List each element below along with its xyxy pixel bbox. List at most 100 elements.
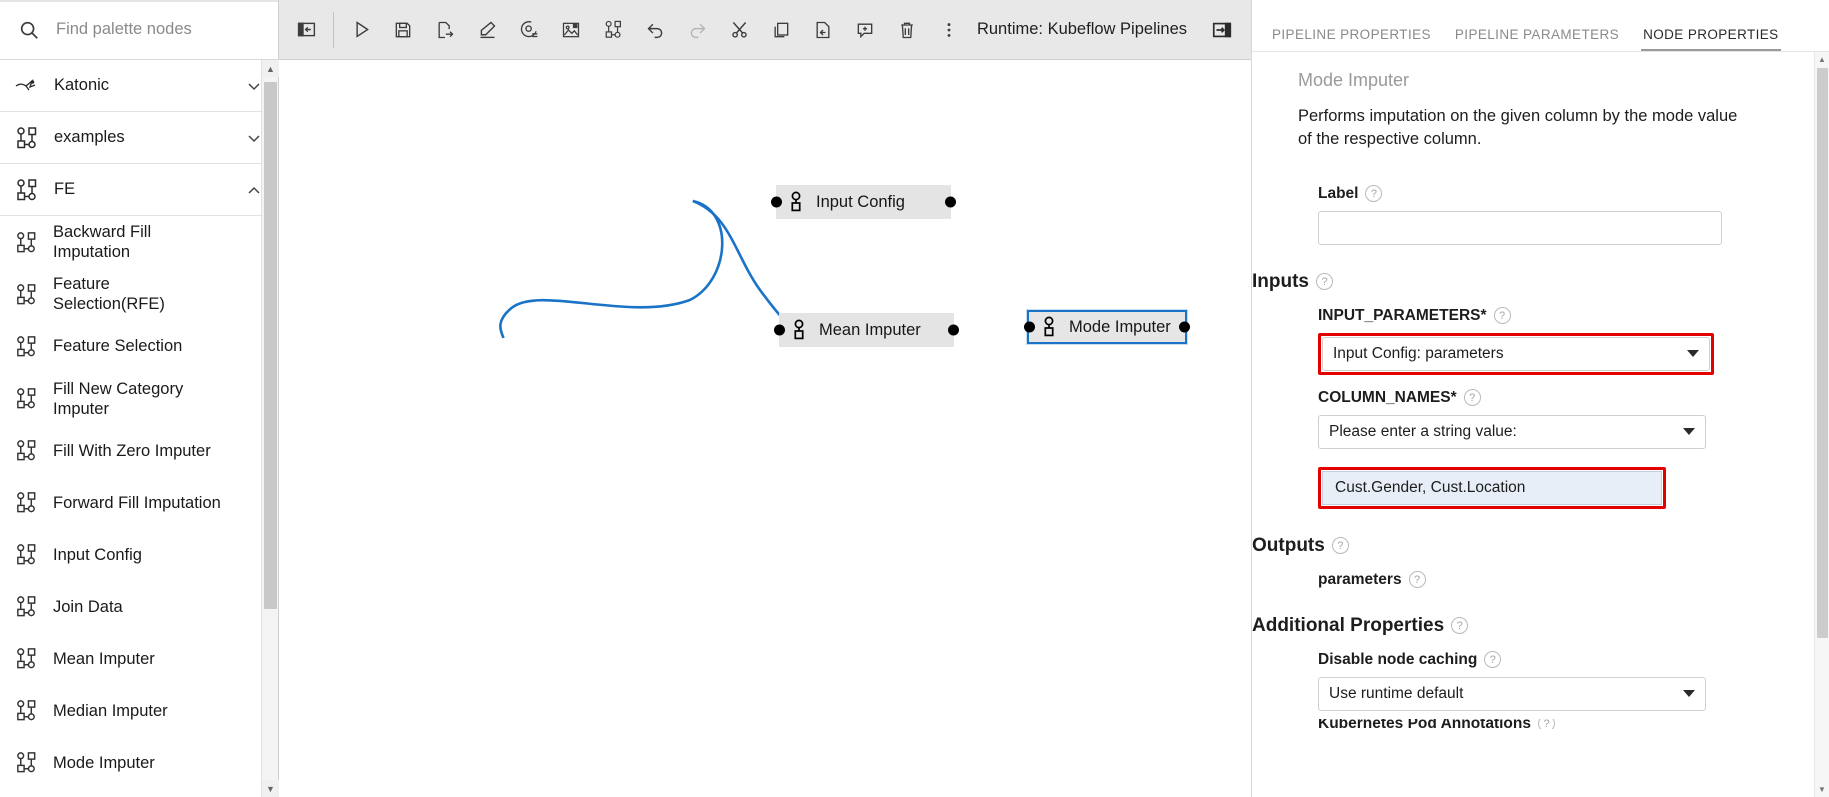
help-icon[interactable]: ?	[1463, 389, 1481, 407]
properties-scrollbar[interactable]: ▲ ▼	[1814, 52, 1829, 797]
palette-node-mean-imputer[interactable]: Mean Imputer	[0, 632, 278, 685]
delete-button[interactable]	[886, 9, 928, 51]
tab-pipeline-parameters[interactable]: PIPELINE PARAMETERS	[1443, 27, 1631, 51]
palette-node-feature-selection[interactable]: Feature Selection	[0, 320, 278, 373]
node-output-port[interactable]	[945, 196, 956, 208]
scroll-down-arrow-icon[interactable]: ▼	[1815, 782, 1829, 797]
node-input-port[interactable]	[1024, 321, 1035, 333]
node-title: Mode Imputer	[1298, 70, 1410, 90]
help-icon[interactable]: ?	[1451, 617, 1469, 635]
scroll-up-arrow-icon[interactable]: ▲	[1815, 52, 1829, 67]
palette-node-fill-with-zero-imputer[interactable]: Fill With Zero Imputer	[0, 424, 278, 477]
canvas-node-input-config[interactable]: Input Config	[771, 185, 956, 219]
input-parameters-select[interactable]: Input Config: parameters	[1322, 336, 1710, 371]
copy-button[interactable]	[760, 9, 802, 51]
palette-node-backward-fill-imputation[interactable]: Backward Fill Imputation	[0, 216, 278, 269]
nodes-icon	[14, 334, 39, 359]
palette-node-mode-imputer[interactable]: Mode Imputer	[0, 736, 278, 789]
redo-button[interactable]	[676, 9, 718, 51]
tab-pipeline-properties[interactable]: PIPELINE PROPERTIES	[1260, 27, 1443, 51]
editor-toolbar: Runtime: Kubeflow Pipelines	[279, 0, 1251, 60]
chevron-down-icon[interactable]	[1683, 428, 1695, 436]
node-input-port[interactable]	[771, 196, 782, 208]
node-input-port[interactable]	[774, 324, 785, 336]
help-icon[interactable]: ?	[1493, 307, 1511, 325]
help-icon[interactable]: ?	[1538, 718, 1555, 729]
palette-node-label: Mode Imputer	[53, 753, 155, 772]
component-node-icon	[786, 191, 806, 213]
chevron-down-icon[interactable]	[246, 130, 262, 146]
palette-node-input-config[interactable]: Input Config	[0, 528, 278, 581]
canvas-node-label: Mode Imputer	[1069, 317, 1171, 336]
node-output-port[interactable]	[948, 324, 959, 336]
nodes-icon	[14, 698, 39, 723]
toggle-palette-button[interactable]	[285, 9, 327, 51]
undo-button[interactable]	[634, 9, 676, 51]
properties-panel: PIPELINE PROPERTIES PIPELINE PARAMETERS …	[1251, 0, 1829, 797]
palette-category-fe[interactable]: FE	[0, 164, 278, 216]
properties-scroll-thumb[interactable]	[1817, 68, 1828, 638]
column-names-select[interactable]: Please enter a string value:	[1318, 414, 1706, 449]
column-names-value: Please enter a string value:	[1329, 422, 1517, 440]
clear-pipeline-button[interactable]	[466, 9, 508, 51]
help-icon[interactable]: ?	[1365, 185, 1383, 203]
column-names-chip[interactable]: Cust.Gender, Cust.Location	[1322, 470, 1662, 505]
palette-node-join-data[interactable]: Join Data	[0, 580, 278, 633]
help-icon[interactable]: ?	[1408, 571, 1426, 589]
chevron-down-icon[interactable]	[1687, 350, 1699, 358]
palette-node-fill-new-category-imputer[interactable]: Fill New Category Imputer	[0, 372, 278, 425]
run-pipeline-button[interactable]	[340, 9, 382, 51]
chevron-down-icon[interactable]	[1683, 690, 1695, 698]
canvas-node-mean-imputer[interactable]: Mean Imputer	[774, 313, 959, 347]
toggle-properties-panel-button[interactable]	[1205, 13, 1239, 47]
nodes-icon	[14, 750, 39, 775]
scroll-up-arrow-icon[interactable]: ▲	[262, 60, 279, 77]
open-component-catalogs-button[interactable]	[592, 9, 634, 51]
canvas-node-label: Mean Imputer	[819, 320, 921, 339]
nodes-icon	[14, 177, 40, 203]
palette-node-label: Backward Fill Imputation	[53, 223, 152, 262]
chevron-down-icon[interactable]	[246, 78, 262, 94]
input-parameters-label: INPUT_PARAMETERS* ?	[1318, 307, 1785, 325]
palette-scroll-thumb[interactable]	[264, 82, 277, 609]
label-input[interactable]	[1318, 210, 1722, 245]
scroll-down-arrow-icon[interactable]: ▼	[262, 780, 279, 797]
chevron-up-icon[interactable]	[246, 182, 262, 198]
input-parameters-highlight: Input Config: parameters	[1318, 332, 1714, 375]
palette-category-katonic[interactable]: Katonic	[0, 60, 278, 112]
palette-node-partial-next[interactable]	[0, 788, 278, 797]
cut-button[interactable]	[718, 9, 760, 51]
palette-list: Katonic examples FE Backward Fill Imputa…	[0, 60, 278, 797]
additional-properties-heading: Additional Properties ?	[1252, 615, 1785, 637]
help-icon[interactable]: ?	[1484, 651, 1502, 669]
help-icon[interactable]: ?	[1331, 537, 1349, 555]
overflow-menu-button[interactable]	[928, 9, 970, 51]
export-pipeline-button[interactable]	[424, 9, 466, 51]
link-input-config-to-mean-imputer	[499, 199, 724, 339]
palette-node-feature-selection-rfe[interactable]: Feature Selection(RFE)	[0, 268, 278, 321]
tab-node-properties[interactable]: NODE PROPERTIES	[1631, 27, 1791, 51]
column-names-chip-value: Cust.Gender, Cust.Location	[1335, 478, 1526, 496]
paste-button[interactable]	[802, 9, 844, 51]
add-comment-button[interactable]	[844, 9, 886, 51]
palette-node-label: Input Config	[53, 545, 142, 564]
pipeline-links	[499, 199, 793, 339]
palette-scrollbar[interactable]: ▲ ▼	[261, 60, 279, 797]
palette-node-label: Median Imputer	[53, 701, 168, 720]
help-icon[interactable]: ?	[1316, 273, 1333, 291]
palette-node-median-imputer[interactable]: Median Imputer	[0, 684, 278, 737]
pipeline-canvas[interactable]: Input Config Mean Imputer Mode Imputer	[279, 60, 1251, 797]
disable-node-caching-value: Use runtime default	[1329, 684, 1464, 702]
open-runtimes-button[interactable]	[508, 9, 550, 51]
canvas-node-mode-imputer[interactable]: Mode Imputer	[1024, 310, 1190, 344]
nodes-icon	[14, 438, 39, 463]
save-pipeline-button[interactable]	[382, 9, 424, 51]
node-output-port[interactable]	[1179, 321, 1190, 333]
palette-category-examples[interactable]: examples	[0, 112, 278, 164]
palette-node-forward-fill-imputation[interactable]: Forward Fill Imputation	[0, 476, 278, 529]
katonic-logo-icon	[14, 73, 40, 99]
disable-node-caching-select[interactable]: Use runtime default	[1318, 676, 1706, 711]
open-runtime-images-button[interactable]	[550, 9, 592, 51]
label-field-label: Label ?	[1318, 185, 1785, 203]
search-input[interactable]	[54, 19, 264, 40]
